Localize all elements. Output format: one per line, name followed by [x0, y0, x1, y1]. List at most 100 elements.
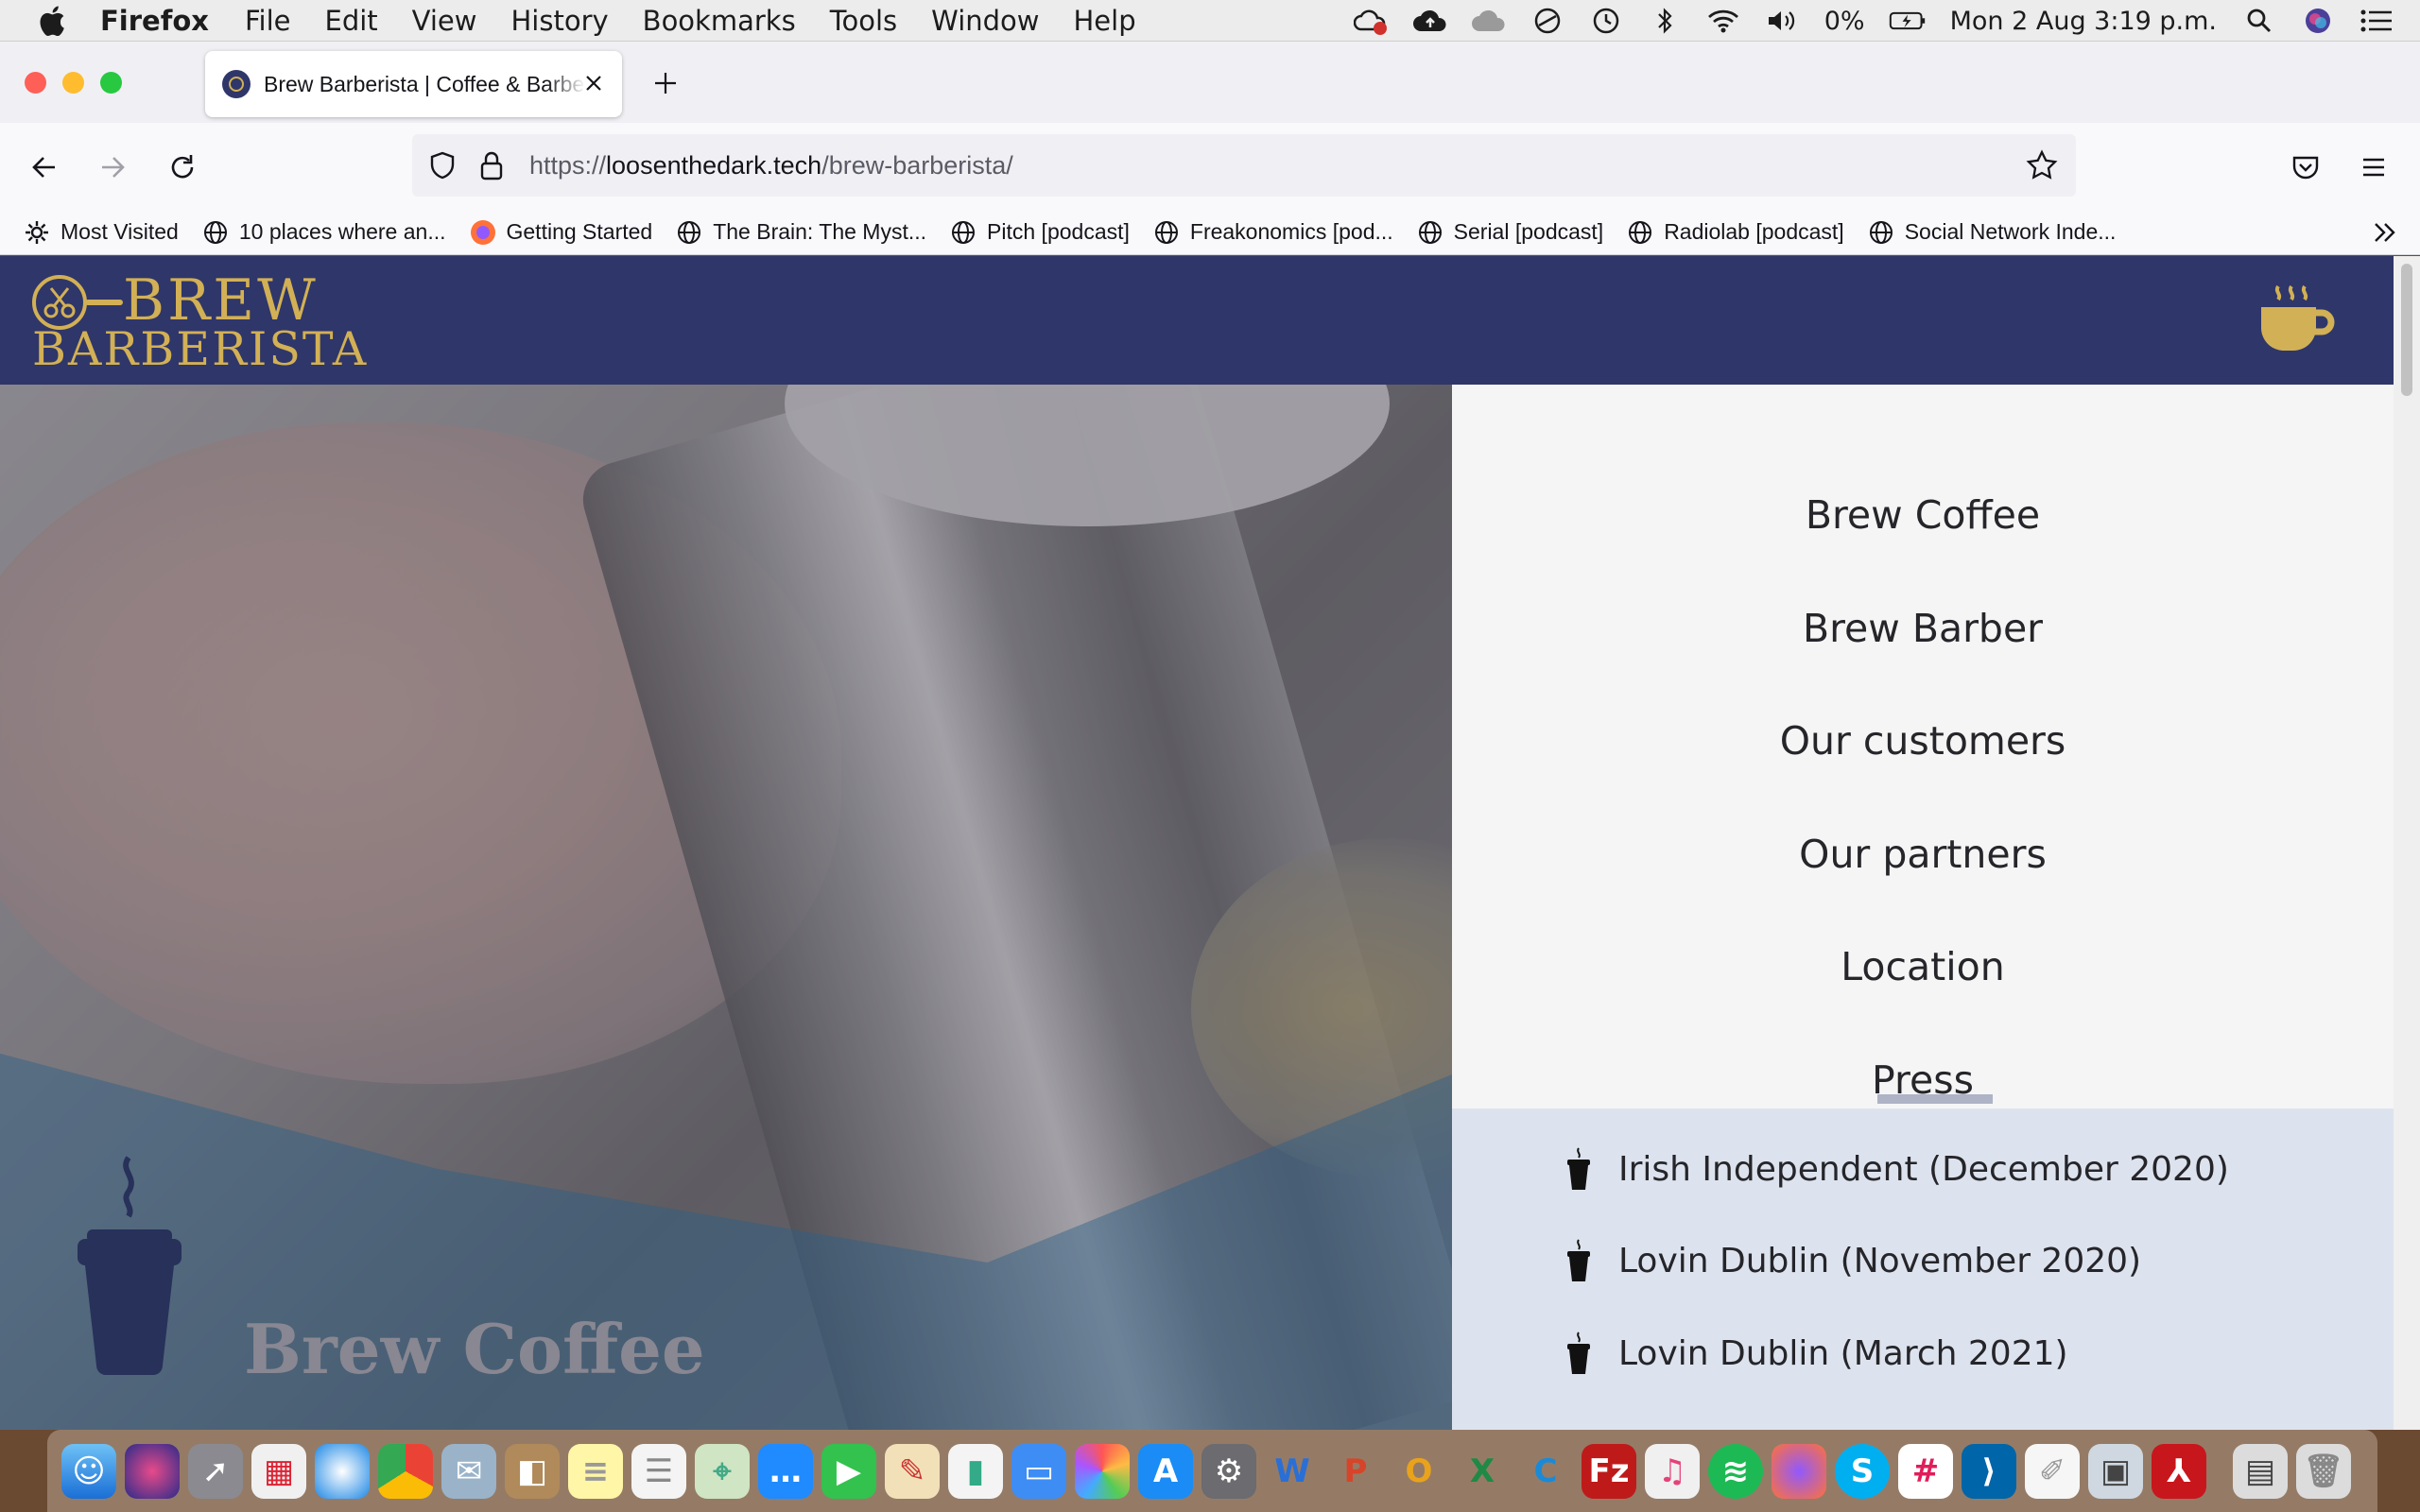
wifi-icon[interactable] [1704, 6, 1742, 36]
press-link-irish-independent[interactable]: Irish Independent (December 2020) [1565, 1146, 2229, 1192]
window-zoom-button[interactable] [100, 72, 122, 94]
slack-icon[interactable]: # [1898, 1443, 1953, 1499]
facetime-icon[interactable]: ▶ [821, 1443, 876, 1499]
textedit-icon[interactable]: ✐ [2025, 1443, 2080, 1499]
tab-close-icon[interactable] [582, 72, 605, 94]
coffee-cup-menu-icon[interactable] [2256, 283, 2337, 358]
hamburger-menu-icon[interactable] [2358, 151, 2390, 183]
excel-icon[interactable]: X [1455, 1444, 1510, 1499]
powerpoint-icon[interactable]: P [1328, 1444, 1383, 1499]
address-bar[interactable]: https://loosenthedark.tech/brew-barberis… [412, 134, 2076, 197]
menu-tools[interactable]: Tools [830, 5, 897, 37]
control-center-icon[interactable] [2358, 6, 2395, 36]
menu-app-name[interactable]: Firefox [100, 5, 209, 37]
url-text[interactable]: https://loosenthedark.tech/brew-barberis… [529, 151, 1013, 180]
nav-link-our-partners[interactable]: Our partners [1452, 832, 2394, 877]
skype-icon[interactable]: S [1835, 1443, 1890, 1499]
bookmark-item[interactable]: 10 places where an... [201, 218, 446, 247]
nav-link-our-customers[interactable]: Our customers [1452, 718, 2394, 764]
filezilla-icon[interactable]: Fz [1582, 1443, 1636, 1499]
hero-title: Brew Coffee [244, 1309, 705, 1389]
music-icon[interactable]: ♫ [1645, 1443, 1700, 1499]
trash-icon[interactable]: 🗑 [2296, 1443, 2351, 1499]
firefox-icon [469, 218, 497, 247]
bookmark-item[interactable]: The Brain: The Myst... [675, 218, 926, 247]
finder-icon[interactable]: ☺ [61, 1443, 116, 1499]
cloud-upload-icon[interactable] [1411, 6, 1449, 36]
menu-bookmarks[interactable]: Bookmarks [643, 5, 796, 37]
maps-icon[interactable]: ⌖ [695, 1443, 750, 1499]
preview-icon[interactable]: ▣ [2088, 1443, 2143, 1499]
bookmark-getting-started[interactable]: Getting Started [469, 218, 652, 247]
apple-logo-icon[interactable] [36, 3, 72, 39]
contacts-icon[interactable]: ◧ [505, 1443, 560, 1499]
menu-help[interactable]: Help [1074, 5, 1136, 37]
press-link-lovin-dublin-mar[interactable]: Lovin Dublin (March 2021) [1565, 1331, 2068, 1376]
menu-view[interactable]: View [412, 5, 477, 37]
nav-link-brew-coffee[interactable]: Brew Coffee [1452, 492, 2394, 538]
volume-icon[interactable] [1763, 6, 1801, 36]
acrobat-icon[interactable]: ⅄ [2152, 1443, 2206, 1499]
firefox-dock-icon[interactable] [1772, 1443, 1826, 1499]
window-close-button[interactable] [25, 72, 46, 94]
bluetooth-icon[interactable] [1646, 6, 1684, 36]
mail-stamp-icon[interactable]: ✉ [441, 1443, 496, 1499]
vscode-icon[interactable]: ⟩ [1962, 1443, 2016, 1499]
system-preferences-icon[interactable]: ⚙ [1201, 1443, 1256, 1499]
bookmark-item[interactable]: Serial [podcast] [1416, 218, 1603, 247]
reload-icon[interactable] [166, 151, 199, 183]
page-scrollbar[interactable] [2394, 256, 2420, 1430]
app-store-icon[interactable]: A [1138, 1443, 1193, 1499]
bookmark-item[interactable]: Radiolab [podcast] [1626, 218, 1844, 247]
spotify-icon[interactable]: ≋ [1708, 1443, 1763, 1499]
menu-history[interactable]: History [511, 5, 609, 37]
pocket-icon[interactable] [2290, 151, 2322, 183]
keynote-doc-icon[interactable]: ✎ [885, 1443, 940, 1499]
chrome-icon[interactable] [378, 1443, 433, 1499]
photos-icon[interactable] [1075, 1443, 1130, 1499]
forward-arrow-icon[interactable] [96, 151, 129, 183]
lock-icon[interactable] [478, 149, 505, 181]
apps-grid-icon[interactable]: ▦ [251, 1443, 306, 1499]
word-icon[interactable]: W [1265, 1444, 1320, 1499]
launchpad-rocket-icon[interactable]: ➚ [188, 1443, 243, 1499]
reminders-icon[interactable]: ☰ [631, 1443, 686, 1499]
status-circle-icon[interactable] [1529, 6, 1566, 36]
siri-dock-icon[interactable] [125, 1443, 180, 1499]
creative-cloud-icon[interactable] [1353, 6, 1391, 36]
chevron-overflow-icon[interactable] [2371, 219, 2399, 246]
numbers-icon[interactable]: ▮ [948, 1443, 1003, 1499]
nav-link-location[interactable]: Location [1452, 944, 2394, 989]
window-minimize-button[interactable] [62, 72, 84, 94]
code-editor-icon[interactable]: C [1518, 1444, 1573, 1499]
tracking-shield-icon[interactable] [427, 150, 458, 180]
keynote-icon[interactable]: ▭ [1011, 1443, 1066, 1499]
notes-icon[interactable]: ≡ [568, 1443, 623, 1499]
active-tab[interactable]: Brew Barberista | Coffee & Barber [205, 51, 622, 117]
menu-edit[interactable]: Edit [325, 5, 378, 37]
menu-window[interactable]: Window [931, 5, 1039, 37]
scrollbar-thumb[interactable] [2401, 264, 2412, 396]
menu-file[interactable]: File [245, 5, 291, 37]
bookmark-star-icon[interactable] [2025, 148, 2059, 182]
messages-icon[interactable]: … [758, 1443, 813, 1499]
siri-icon[interactable] [2299, 6, 2337, 36]
outlook-icon[interactable]: O [1392, 1444, 1446, 1499]
battery-icon[interactable] [1889, 6, 1927, 36]
nav-link-brew-barber[interactable]: Brew Barber [1452, 606, 2394, 651]
sync-cloud-icon[interactable] [1470, 6, 1508, 36]
nav-link-press[interactable]: Press [1452, 1057, 2394, 1103]
spotlight-search-icon[interactable] [2240, 6, 2278, 36]
bookmark-item[interactable]: Social Network Inde... [1867, 218, 2116, 247]
bookmark-most-visited[interactable]: Most Visited [23, 218, 179, 247]
bookmark-item[interactable]: Freakonomics [pod... [1152, 218, 1393, 247]
time-machine-icon[interactable] [1587, 6, 1625, 36]
press-dropdown-panel: Irish Independent (December 2020) Lovin … [1452, 1108, 2394, 1430]
safari-icon[interactable] [315, 1443, 370, 1499]
press-link-lovin-dublin-nov[interactable]: Lovin Dublin (November 2020) [1565, 1238, 2141, 1283]
menubar-clock[interactable]: Mon 2 Aug 3:19 p.m. [1950, 7, 2217, 36]
new-tab-plus-icon[interactable] [652, 70, 679, 96]
downloads-stack-icon[interactable]: ▤ [2233, 1443, 2288, 1499]
bookmark-item[interactable]: Pitch [podcast] [949, 218, 1130, 247]
back-arrow-icon[interactable] [28, 151, 60, 183]
